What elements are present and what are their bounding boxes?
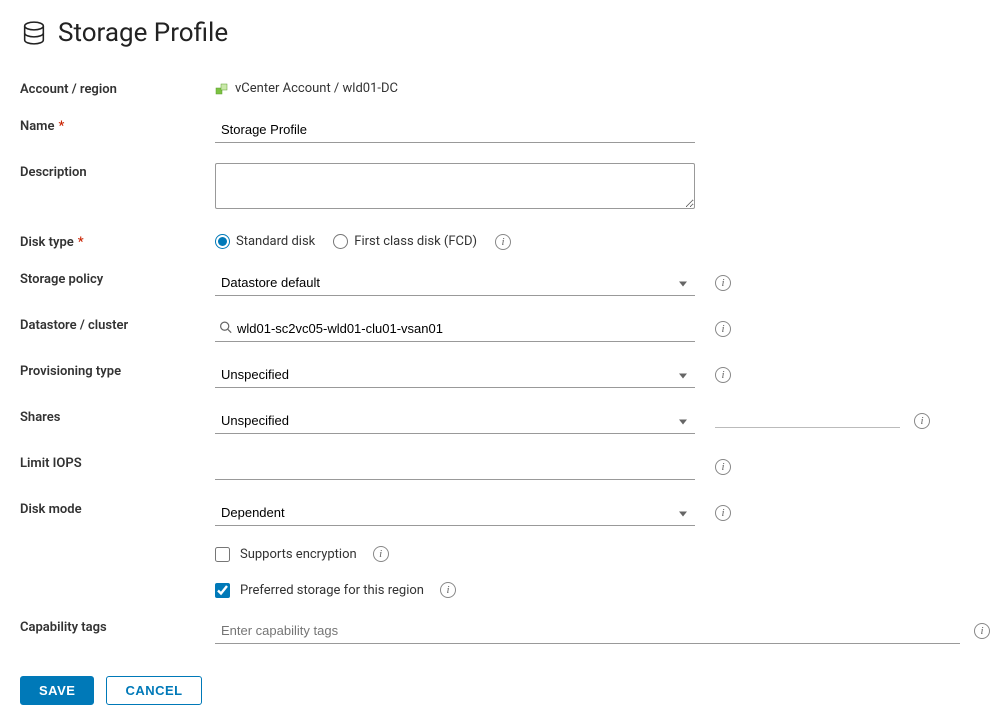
storage-icon (20, 19, 48, 47)
name-input[interactable] (215, 117, 695, 143)
save-button[interactable]: SAVE (20, 676, 94, 705)
shares-value-underline (715, 427, 900, 428)
page-title: Storage Profile (58, 18, 228, 48)
provisioning-type-select[interactable]: Unspecified (215, 362, 695, 388)
label-datastore-cluster: Datastore / cluster (20, 316, 215, 342)
search-icon (219, 321, 232, 338)
radio-first-class-disk[interactable]: First class disk (FCD) (333, 234, 477, 249)
label-limit-iops: Limit IOPS (20, 454, 215, 480)
account-region-value: vCenter Account / wld01-DC (215, 81, 398, 96)
account-region-text: vCenter Account / wld01-DC (235, 81, 398, 96)
label-storage-policy: Storage policy (20, 270, 215, 296)
supports-encryption-checkbox[interactable] (215, 547, 230, 562)
label-disk-type: Disk type* (20, 233, 215, 250)
storage-policy-select[interactable]: Datastore default (215, 270, 695, 296)
preferred-storage-checkbox[interactable] (215, 583, 230, 598)
label-disk-mode: Disk mode (20, 500, 215, 526)
limit-iops-input[interactable] (215, 454, 695, 480)
info-icon[interactable]: i (715, 321, 731, 337)
label-name: Name* (20, 117, 215, 143)
radio-fcd-input[interactable] (333, 234, 348, 249)
label-shares: Shares (20, 408, 215, 434)
capability-tags-input[interactable] (215, 618, 960, 644)
label-description: Description (20, 163, 215, 213)
preferred-storage-label: Preferred storage for this region (240, 583, 424, 598)
datastore-cluster-input[interactable] (215, 316, 695, 342)
info-icon[interactable]: i (495, 234, 511, 250)
info-icon[interactable]: i (715, 459, 731, 475)
page-header: Storage Profile (20, 18, 987, 48)
description-textarea[interactable] (215, 163, 695, 209)
info-icon[interactable]: i (715, 505, 731, 521)
radio-standard-disk[interactable]: Standard disk (215, 234, 315, 249)
label-capability-tags: Capability tags (20, 618, 215, 644)
disk-mode-select[interactable]: Dependent (215, 500, 695, 526)
radio-standard-disk-input[interactable] (215, 234, 230, 249)
supports-encryption-label: Supports encryption (240, 547, 357, 562)
info-icon[interactable]: i (715, 275, 731, 291)
info-icon[interactable]: i (440, 582, 456, 598)
label-account-region: Account / region (20, 80, 215, 97)
info-icon[interactable]: i (715, 367, 731, 383)
cancel-button[interactable]: CANCEL (106, 676, 201, 705)
vcenter-icon (215, 82, 229, 96)
info-icon[interactable]: i (373, 546, 389, 562)
shares-select[interactable]: Unspecified (215, 408, 695, 434)
info-icon[interactable]: i (974, 623, 990, 639)
info-icon[interactable]: i (914, 413, 930, 429)
label-provisioning-type: Provisioning type (20, 362, 215, 388)
